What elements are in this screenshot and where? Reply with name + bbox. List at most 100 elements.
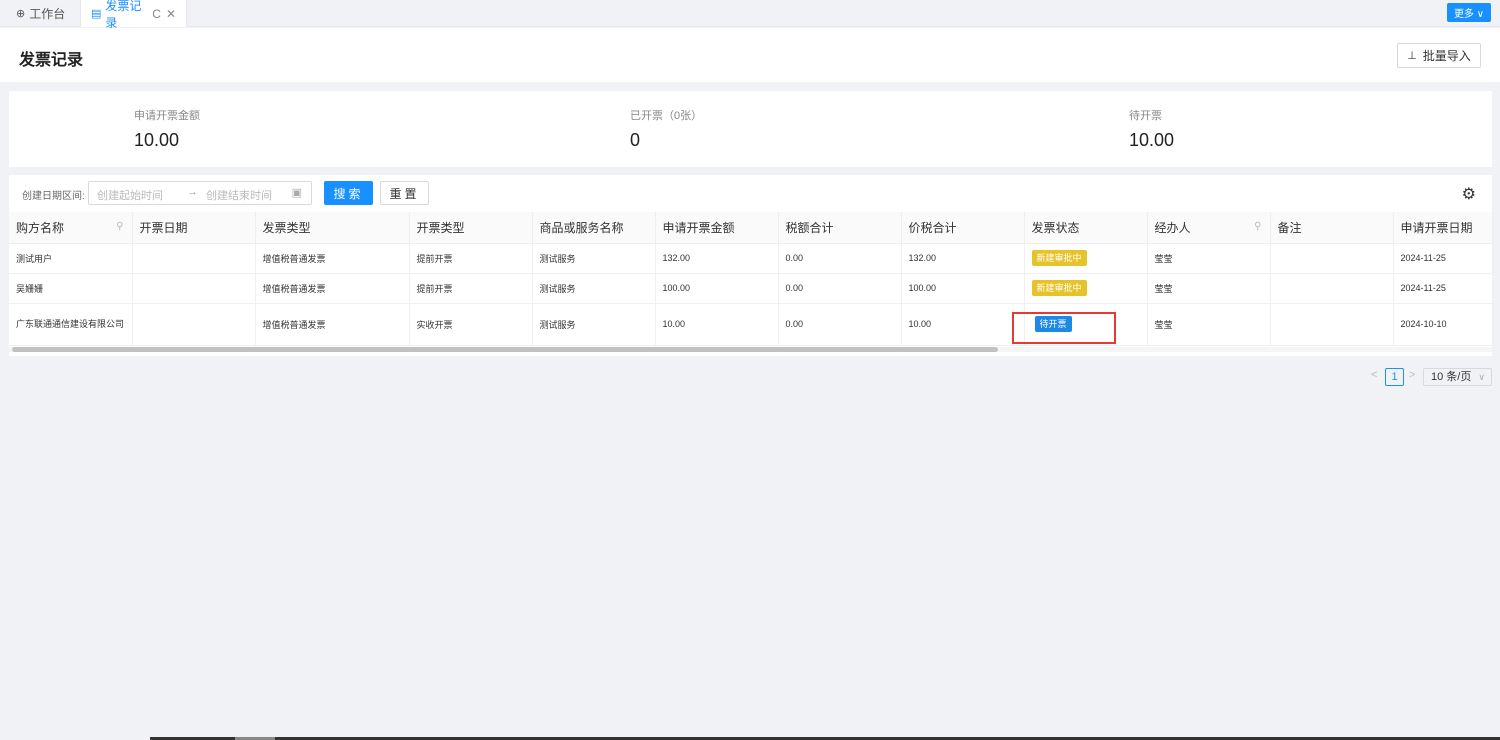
- cell-apply-date: 2024-11-25: [1393, 243, 1493, 274]
- column-header[interactable]: 税额合计: [778, 212, 902, 244]
- status-highlight-box: [1012, 312, 1116, 344]
- column-header[interactable]: 购方名称 ⚲: [9, 212, 133, 244]
- cell-issue-type: 提前开票: [409, 243, 533, 274]
- table-row[interactable]: 广东联通通信建设有限公司 增值税普通发票 实收开票 测试服务 10.00 0.0…: [9, 303, 1493, 346]
- records-panel: 创建日期区间: 创建起始时间 → 创建结束时间 ▣ 搜索 重置 ⚙ 购方名称 ⚲ …: [9, 175, 1493, 356]
- column-header[interactable]: 发票类型: [255, 212, 410, 244]
- tab-bar: ⊕ 工作台 ▤ 发票记录 C ✕ 更多 ∨: [0, 0, 1500, 30]
- cell-note: [1270, 303, 1394, 346]
- stat-label: 已开票（0张）: [630, 110, 703, 122]
- next-page-icon[interactable]: >: [1409, 369, 1415, 381]
- prev-page-icon[interactable]: <: [1371, 369, 1377, 381]
- cell-invoice-type: 增值税普通发票: [255, 273, 410, 304]
- chevron-down-icon: ∨: [1478, 372, 1485, 382]
- cell-buyer: 测试用户: [9, 243, 133, 274]
- stat-applied-amount: 申请开票金额 10.00: [134, 107, 200, 151]
- filter-bar: 创建日期区间: 创建起始时间 → 创建结束时间 ▣ 搜索 重置 ⚙: [9, 175, 1492, 212]
- cell-tax: 0.00: [778, 243, 902, 274]
- column-header[interactable]: 申请开票金额: [655, 212, 779, 244]
- date-range-picker[interactable]: 创建起始时间 → 创建结束时间 ▣: [88, 181, 312, 205]
- tab-label: 发票记录: [105, 0, 142, 30]
- table-row[interactable]: 吴姗姗 增值税普通发票 提前开票 测试服务 100.00 0.00 100.00…: [9, 273, 1493, 304]
- tab-label: 工作台: [29, 7, 66, 21]
- stat-issued: 已开票（0张） 0: [630, 107, 702, 151]
- cell-apply-date: 2024-11-25: [1393, 273, 1493, 304]
- column-header[interactable]: 申请开票日期: [1393, 212, 1493, 244]
- page-title: 发票记录: [19, 52, 84, 69]
- cell-service: 测试服务: [532, 303, 656, 346]
- page-size-select[interactable]: 10 条/页 ∨: [1423, 368, 1492, 386]
- cell-service: 测试服务: [532, 273, 656, 304]
- stat-label: 申请开票金额: [134, 110, 200, 122]
- cell-invoice-type: 增值税普通发票: [255, 243, 410, 274]
- column-header[interactable]: 开票类型: [409, 212, 533, 244]
- table-header-row: 购方名称 ⚲ 开票日期 发票类型 开票类型 商品或服务名称 申请开票金额 税额合计…: [9, 212, 1493, 244]
- cell-buyer: 广东联通通信建设有限公司: [9, 303, 133, 346]
- search-icon[interactable]: ⚲: [1254, 221, 1261, 232]
- search-button[interactable]: 搜索: [324, 181, 373, 205]
- cell-handler: 莹莹: [1147, 273, 1271, 304]
- cell-amount: 100.00: [655, 273, 779, 304]
- stat-value: 10.00: [134, 130, 180, 150]
- close-icon[interactable]: ✕: [166, 7, 176, 21]
- end-date-input[interactable]: 创建结束时间: [206, 187, 272, 203]
- cell-issue-type: 提前开票: [409, 273, 533, 304]
- page-header: 发票记录 ⊥ 批量导入: [0, 28, 1500, 82]
- table-row[interactable]: 测试用户 增值税普通发票 提前开票 测试服务 132.00 0.00 132.0…: [9, 243, 1493, 274]
- cell-date: [132, 273, 256, 304]
- stat-value: 10.00: [1129, 130, 1175, 150]
- cell-service: 测试服务: [532, 243, 656, 274]
- column-header[interactable]: 商品或服务名称: [532, 212, 656, 244]
- start-date-input[interactable]: 创建起始时间: [97, 187, 163, 203]
- page-number-current[interactable]: 1: [1385, 368, 1404, 386]
- reset-button[interactable]: 重置: [380, 181, 429, 205]
- calendar-icon: ▣: [291, 187, 302, 199]
- cell-handler: 莹莹: [1147, 243, 1271, 274]
- search-icon[interactable]: ⚲: [116, 221, 123, 232]
- column-header[interactable]: 经办人 ⚲: [1147, 212, 1271, 244]
- cell-note: [1270, 243, 1394, 274]
- column-header[interactable]: 价税合计: [901, 212, 1025, 244]
- upload-icon: ⊥: [1407, 50, 1417, 62]
- stat-value: 0: [630, 130, 641, 150]
- cell-note: [1270, 273, 1394, 304]
- cell-total: 132.00: [901, 243, 1025, 274]
- cell-total: 100.00: [901, 273, 1025, 304]
- cell-handler: 莹莹: [1147, 303, 1271, 346]
- stats-panel: 申请开票金额 10.00 已开票（0张） 0 待开票 10.00: [9, 91, 1492, 167]
- document-icon: ▤: [91, 8, 102, 20]
- column-header[interactable]: 开票日期: [132, 212, 256, 244]
- column-header[interactable]: 备注: [1270, 212, 1394, 244]
- cell-date: [132, 243, 256, 274]
- arrow-right-icon: →: [187, 186, 198, 198]
- cell-amount: 10.00: [655, 303, 779, 346]
- date-range-label: 创建日期区间:: [22, 191, 85, 202]
- cell-tax: 0.00: [778, 303, 902, 346]
- cell-apply-date: 2024-10-10: [1393, 303, 1493, 346]
- status-badge: 新建审批中: [1031, 250, 1087, 266]
- scrollbar-thumb[interactable]: [12, 347, 998, 352]
- gear-icon[interactable]: ⚙: [1462, 184, 1476, 204]
- cell-date: [132, 303, 256, 346]
- cell-status: 新建审批中: [1024, 243, 1148, 274]
- batch-import-button[interactable]: ⊥ 批量导入: [1397, 43, 1481, 68]
- batch-import-label: 批量导入: [1422, 49, 1471, 63]
- tab-invoice-records[interactable]: ▤ 发票记录 C ✕: [80, 0, 187, 30]
- dashboard-icon: ⊕: [16, 8, 26, 20]
- cell-invoice-type: 增值税普通发票: [255, 303, 410, 346]
- more-button[interactable]: 更多 ∨: [1447, 3, 1491, 22]
- cell-status: 新建审批中: [1024, 273, 1148, 304]
- cell-tax: 0.00: [778, 273, 902, 304]
- tab-workbench[interactable]: ⊕ 工作台: [6, 0, 75, 27]
- page-size-label: 10 条/页: [1431, 371, 1472, 383]
- status-badge: 新建审批中: [1031, 280, 1087, 296]
- stat-label: 待开票: [1129, 110, 1162, 122]
- cell-amount: 132.00: [655, 243, 779, 274]
- invoice-table: 购方名称 ⚲ 开票日期 发票类型 开票类型 商品或服务名称 申请开票金额 税额合计…: [9, 212, 1493, 346]
- column-header[interactable]: 发票状态: [1024, 212, 1148, 244]
- cell-buyer: 吴姗姗: [9, 273, 133, 304]
- stat-pending: 待开票 10.00: [1129, 107, 1174, 151]
- cell-total: 10.00: [901, 303, 1025, 346]
- cell-issue-type: 实收开票: [409, 303, 533, 346]
- refresh-icon[interactable]: C: [152, 7, 161, 21]
